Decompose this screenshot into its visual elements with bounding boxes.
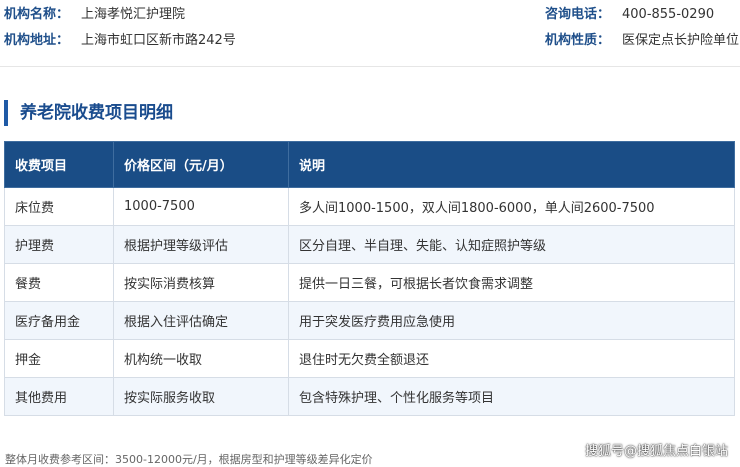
header-divider	[0, 66, 740, 67]
table-cell-item: 押金	[4, 339, 114, 378]
table-row: 其他费用 按实际服务收取 包含特殊护理、个性化服务等项目	[4, 377, 735, 416]
institution-phone-row: 咨询电话： 400-855-0290	[545, 5, 714, 25]
table-cell-item: 餐费	[4, 263, 114, 302]
institution-type-row: 机构性质： 医保定点长护险单位	[545, 31, 739, 51]
fee-table-header-row: 收费项目 价格区间（元/月） 说明	[4, 141, 735, 188]
institution-phone-label: 咨询电话：	[545, 7, 611, 22]
institution-name-label: 机构名称：	[4, 7, 70, 22]
institution-address-row: 机构地址： 上海市虹口区新市路242号	[4, 31, 236, 51]
watermark: 搜狐号@搜狐焦点白银站	[584, 444, 728, 459]
table-cell-item: 床位费	[4, 187, 114, 226]
column-header-price: 价格区间（元/月）	[113, 141, 289, 188]
table-cell-price: 根据护理等级评估	[113, 225, 289, 264]
institution-phone-value[interactable]: 400-855-0290	[622, 7, 714, 22]
table-row: 医疗备用金 根据入住评估确定 用于突发医疗费用应急使用	[4, 301, 735, 340]
table-cell-price: 1000-7500	[113, 187, 289, 226]
column-header-item: 收费项目	[4, 141, 114, 188]
table-cell-description: 包含特殊护理、个性化服务等项目	[288, 377, 735, 416]
table-row: 押金 机构统一收取 退住时无欠费全额退还	[4, 339, 735, 378]
table-cell-item: 护理费	[4, 225, 114, 264]
table-cell-price: 机构统一收取	[113, 339, 289, 378]
section-title: 养老院收费项目明细	[4, 100, 173, 126]
fee-table: 收费项目 价格区间（元/月） 说明 床位费 1000-7500 多人间1000-…	[4, 141, 735, 416]
table-cell-price: 按实际消费核算	[113, 263, 289, 302]
column-header-description: 说明	[288, 141, 735, 188]
table-cell-description: 退住时无欠费全额退还	[288, 339, 735, 378]
table-cell-item: 医疗备用金	[4, 301, 114, 340]
table-row: 餐费 按实际消费核算 提供一日三餐，可根据长者饮食需求调整	[4, 263, 735, 302]
table-cell-item: 其他费用	[4, 377, 114, 416]
table-cell-price: 根据入住评估确定	[113, 301, 289, 340]
institution-address-label: 机构地址：	[4, 33, 70, 48]
table-row: 床位费 1000-7500 多人间1000-1500，双人间1800-6000，…	[4, 187, 735, 226]
table-cell-description: 多人间1000-1500，双人间1800-6000，单人间2600-7500	[288, 187, 735, 226]
table-cell-description: 提供一日三餐，可根据长者饮食需求调整	[288, 263, 735, 302]
institution-type-label: 机构性质：	[545, 33, 611, 48]
institution-type-value: 医保定点长护险单位	[622, 33, 740, 48]
institution-name-value: 上海孝悦汇护理院	[81, 7, 186, 22]
table-cell-description: 用于突发医疗费用应急使用	[288, 301, 735, 340]
table-row: 护理费 根据护理等级评估 区分自理、半自理、失能、认知症照护等级	[4, 225, 735, 264]
table-cell-price: 按实际服务收取	[113, 377, 289, 416]
institution-address-value: 上海市虹口区新市路242号	[81, 33, 236, 48]
table-cell-description: 区分自理、半自理、失能、认知症照护等级	[288, 225, 735, 264]
fee-footnote: 整体月收费参考区间：3500-12000元/月，根据房型和护理等级差异化定价	[5, 453, 373, 466]
institution-name-row: 机构名称： 上海孝悦汇护理院	[4, 5, 185, 25]
